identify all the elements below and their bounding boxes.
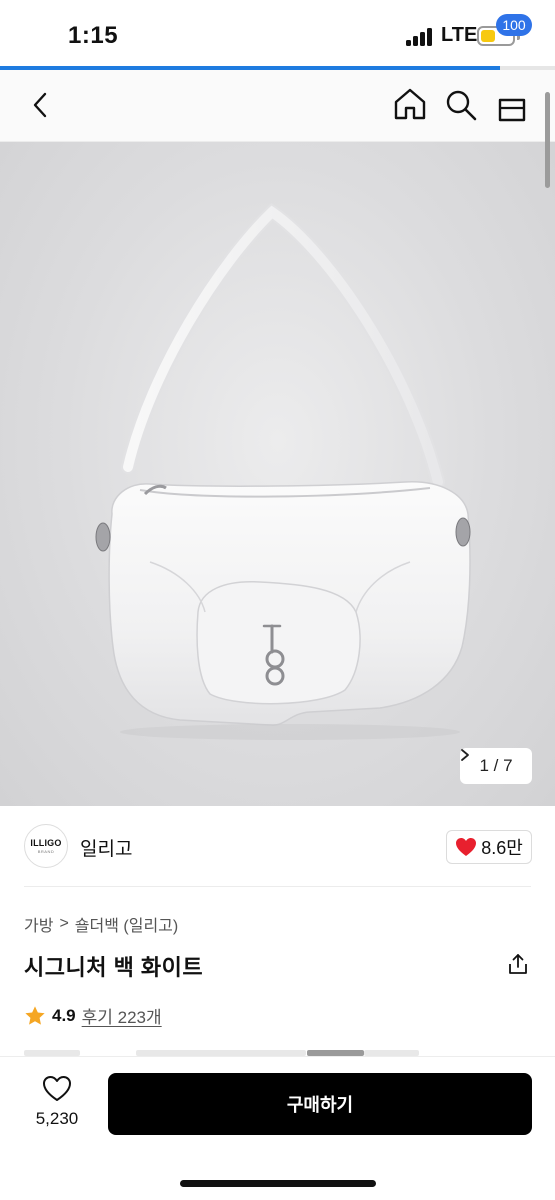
signal-strength-icon (406, 28, 434, 46)
breadcrumb-subcategory[interactable]: 숄더백 (일리고) (75, 912, 178, 936)
breadcrumb-category[interactable]: 가방 (24, 912, 53, 936)
brand-logo[interactable]: ILLIGO BRAND (24, 824, 68, 868)
heart-outline-icon (43, 1076, 71, 1101)
wishlist-count: 5,230 (35, 1109, 79, 1128)
chevron-right-icon (461, 749, 469, 761)
wishlist-button[interactable]: 5,230 (22, 1075, 92, 1139)
brand-like-count: 8.6만 (481, 838, 523, 858)
breadcrumb: 가방 > 숄더백 (일리고) (24, 912, 178, 936)
rating-row: 4.9 후기 223개 (24, 1003, 162, 1028)
star-icon (25, 1005, 45, 1025)
home-indicator (180, 1180, 376, 1187)
search-icon[interactable] (444, 88, 478, 122)
brand-row: ILLIGO BRAND 일리고 8.6만 (0, 806, 555, 886)
share-icon[interactable] (506, 952, 530, 976)
brand-like-button[interactable]: 8.6만 (446, 830, 532, 864)
home-icon[interactable] (392, 86, 428, 122)
breadcrumb-separator: > (59, 915, 69, 932)
product-image-gallery[interactable]: 1 / 7 (0, 142, 555, 806)
divider (24, 886, 531, 887)
brand-name[interactable]: 일리고 (80, 834, 132, 861)
rating-score: 4.9 (52, 1005, 76, 1025)
top-nav-bar (0, 70, 555, 142)
brand-logo-text: ILLIGO (30, 838, 62, 848)
cart-count-badge: 100 (496, 14, 532, 36)
review-count-link[interactable]: 후기 223개 (82, 1003, 162, 1028)
chevron-left-icon[interactable] (26, 90, 56, 120)
network-type: LTE (441, 24, 478, 46)
page-scrollbar[interactable] (545, 92, 550, 188)
image-counter[interactable]: 1 / 7 (460, 748, 532, 784)
heart-icon (456, 838, 477, 856)
cart-icon[interactable] (494, 88, 530, 124)
brand-logo-subtext: BRAND (37, 849, 55, 854)
status-bar: 1:15 LTE (0, 0, 555, 66)
status-time: 1:15 (68, 22, 119, 49)
product-image (95, 202, 471, 740)
bottom-action-bar: 5,230 구매하기 (0, 1056, 555, 1200)
buy-button[interactable]: 구매하기 (108, 1073, 532, 1135)
image-counter-text: 1 / 7 (479, 756, 513, 775)
product-title: 시그니처 백 화이트 (24, 955, 204, 980)
